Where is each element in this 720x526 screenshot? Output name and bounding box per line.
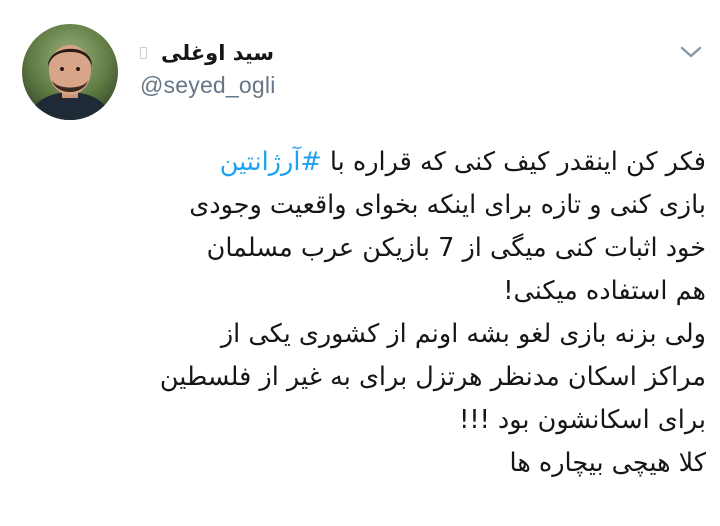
chevron-down-icon xyxy=(680,46,702,58)
tweet-line: ولی بزنه بازی لغو بشه اونم از کشوری یکی … xyxy=(220,319,706,349)
tweet-menu-button[interactable] xyxy=(680,44,702,58)
tweet-line: فکر کن اینقدر کیف کنی که قراره با #آرژان… xyxy=(40,141,706,184)
profile-photo-icon xyxy=(22,24,118,120)
tweet-line: خود اثبات کنی میگی از 7 بازیکن عرب مسلما… xyxy=(206,233,706,263)
author-identity: سید اوغلی @seyed_ogli xyxy=(140,38,276,99)
author-handle[interactable]: @seyed_ogli xyxy=(140,72,276,99)
tweet-line: کلا هیچی بیچاره ها xyxy=(509,448,706,478)
hashtag-link[interactable]: #آرژانتین xyxy=(220,147,322,177)
tweet-card: سید اوغلی @seyed_ogli فکر کن اینقدر کیف … xyxy=(0,0,720,526)
protected-account-icon xyxy=(140,47,147,59)
author-avatar[interactable] xyxy=(22,24,118,120)
tweet-line: بازی کنی و تازه برای اینکه بخوای واقعیت … xyxy=(189,190,706,220)
author-display-name[interactable]: سید اوغلی xyxy=(161,41,274,65)
tweet-line-text: فکر کن اینقدر کیف کنی که قراره با xyxy=(321,147,706,177)
tweet-line: برای اسکانشون بود !!! xyxy=(459,405,706,435)
tweet-line: هم استفاده میکنی! xyxy=(503,276,706,306)
tweet-text: فکر کن اینقدر کیف کنی که قراره با #آرژان… xyxy=(40,141,706,485)
name-row: سید اوغلی xyxy=(140,38,276,68)
tweet-line: مراکز اسکان مدنظر هرتزل برای به غیر از ف… xyxy=(159,362,706,392)
